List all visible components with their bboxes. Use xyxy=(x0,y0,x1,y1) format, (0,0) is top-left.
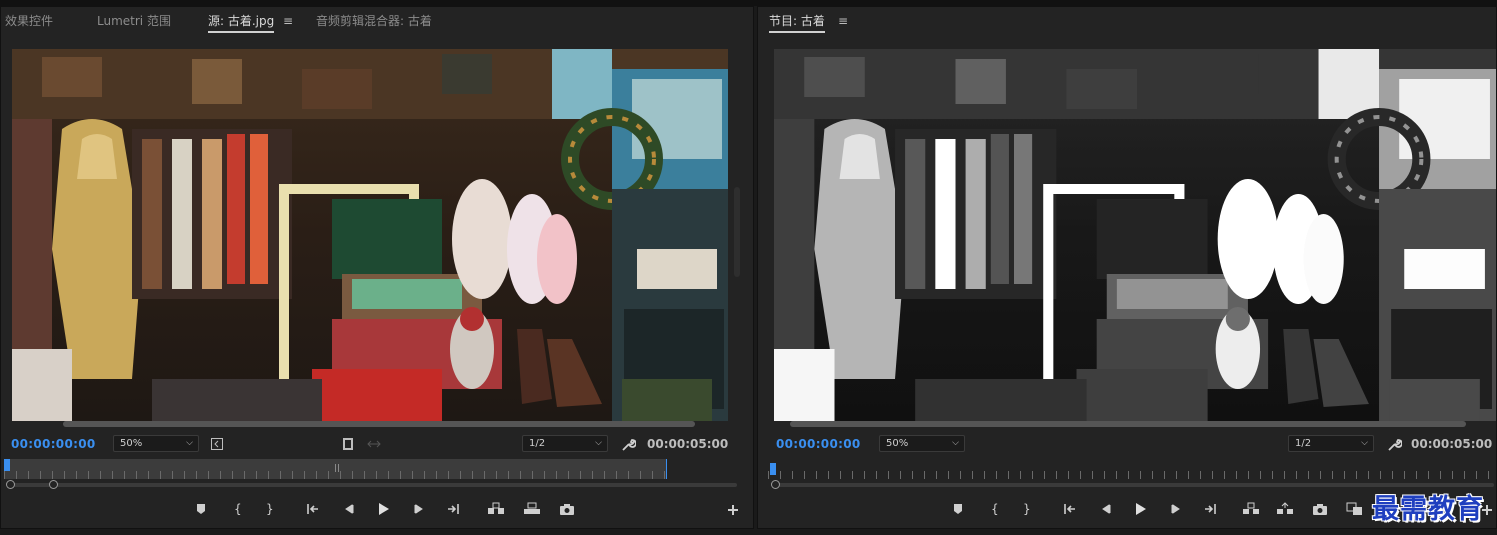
mark-out-icon[interactable]: } xyxy=(261,501,277,517)
chevron-down-icon: ⌵ xyxy=(1361,438,1368,448)
svg-text:{: { xyxy=(991,502,999,516)
step-forward-icon[interactable] xyxy=(1168,501,1184,517)
source-zoom-scrollbar[interactable] xyxy=(9,483,737,487)
tab-lumetri-scopes[interactable]: Lumetri 范围 xyxy=(97,13,171,31)
program-zoom-value: 50% xyxy=(886,438,909,449)
tab-source[interactable]: 源: 古着.jpg xyxy=(208,13,275,33)
source-timecode[interactable]: 00:00:00:00 xyxy=(11,437,96,451)
step-back-icon[interactable] xyxy=(341,501,357,517)
play-icon[interactable] xyxy=(375,501,391,517)
go-to-out-icon[interactable] xyxy=(1202,501,1218,517)
source-out-marker xyxy=(666,459,667,479)
source-scroll-thumb[interactable] xyxy=(63,421,695,427)
program-monitor-panel: 节目: 古着 ≡ 00:00:00:00 50% ⌵ 1/2 ⌵ 00:00:0… xyxy=(757,6,1497,529)
program-horizontal-scrollbar[interactable] xyxy=(790,421,1466,427)
watermark-logo: 最需教育 xyxy=(1372,494,1484,525)
insert-icon[interactable] xyxy=(487,501,504,517)
wrench-settings-icon[interactable] xyxy=(621,437,636,452)
wrench-settings-icon[interactable] xyxy=(1387,437,1402,452)
program-video-frame[interactable] xyxy=(774,49,1496,421)
program-zoom-left-handle[interactable] xyxy=(771,480,780,489)
film-strip-icon[interactable] xyxy=(341,437,355,451)
lift-icon[interactable] xyxy=(1242,501,1259,517)
tab-program[interactable]: 节目: 古着 xyxy=(769,13,825,33)
program-scroll-thumb[interactable] xyxy=(790,421,1466,427)
go-to-in-icon[interactable] xyxy=(1062,501,1078,517)
source-timeline-ruler[interactable] xyxy=(4,459,667,479)
program-panel-tabs: 节目: 古着 ≡ xyxy=(758,7,1496,35)
program-zoom-select[interactable]: 50% ⌵ xyxy=(879,435,965,452)
source-video-frame[interactable] xyxy=(12,49,728,421)
chevron-down-icon: ⌵ xyxy=(186,438,193,448)
add-marker-icon[interactable] xyxy=(950,501,966,517)
source-zoom-select[interactable]: 50% ⌵ xyxy=(113,435,199,452)
shop-photo-grayscale-image xyxy=(774,49,1496,421)
go-to-in-icon[interactable] xyxy=(305,501,321,517)
program-tab-menu-icon[interactable]: ≡ xyxy=(838,14,848,28)
premiere-window: 效果控件 Lumetri 范围 源: 古着.jpg ≡ 音频剪辑混合器: 古着 xyxy=(0,0,1497,535)
source-panel-tabs: 效果控件 Lumetri 范围 源: 古着.jpg ≡ 音频剪辑混合器: 古着 xyxy=(1,7,753,35)
step-back-icon[interactable] xyxy=(1098,501,1114,517)
fit-frame-icon[interactable] xyxy=(210,437,224,451)
chevron-down-icon: ⌵ xyxy=(952,438,959,448)
source-range-center-grip[interactable] xyxy=(335,464,339,472)
source-zoom-right-handle[interactable] xyxy=(49,480,58,489)
mark-in-icon[interactable]: { xyxy=(229,501,245,517)
source-transport-controls: { } xyxy=(191,501,751,517)
source-resolution-select[interactable]: 1/2 ⌵ xyxy=(522,435,608,452)
source-playhead[interactable] xyxy=(4,459,10,471)
program-resolution-select[interactable]: 1/2 ⌵ xyxy=(1288,435,1374,452)
source-ruler-ticks xyxy=(4,471,667,479)
comparison-view-icon[interactable] xyxy=(1346,501,1362,517)
source-monitor-panel: 效果控件 Lumetri 范围 源: 古着.jpg ≡ 音频剪辑混合器: 古着 xyxy=(0,6,754,529)
source-duration: 00:00:05:00 xyxy=(647,437,729,451)
extract-icon[interactable] xyxy=(1276,501,1293,517)
mark-in-icon[interactable]: { xyxy=(986,501,1002,517)
button-editor-plus-icon[interactable] xyxy=(726,503,742,519)
program-resolution-value: 1/2 xyxy=(1295,438,1312,449)
add-marker-icon[interactable] xyxy=(193,501,209,517)
tab-audio-clip-mixer[interactable]: 音频剪辑混合器: 古着 xyxy=(316,13,432,31)
mark-out-icon[interactable]: } xyxy=(1018,501,1034,517)
shop-photo-image xyxy=(12,49,728,421)
export-frame-camera-icon[interactable] xyxy=(559,501,575,517)
source-tab-menu-icon[interactable]: ≡ xyxy=(283,14,293,28)
program-duration: 00:00:05:00 xyxy=(1411,437,1493,451)
program-ruler-ticks xyxy=(768,471,1494,479)
source-horizontal-scrollbar[interactable] xyxy=(63,421,695,427)
source-vertical-scrollbar[interactable] xyxy=(734,187,740,277)
play-icon[interactable] xyxy=(1132,501,1148,517)
program-timeline-ruler[interactable] xyxy=(768,463,1494,479)
source-resolution-value: 1/2 xyxy=(529,438,546,449)
export-frame-camera-icon[interactable] xyxy=(1312,501,1328,517)
step-forward-icon[interactable] xyxy=(411,501,427,517)
svg-text:}: } xyxy=(266,502,274,516)
svg-text:}: } xyxy=(1023,502,1031,516)
source-zoom-value: 50% xyxy=(120,438,143,449)
overwrite-icon[interactable] xyxy=(523,501,540,517)
program-playhead[interactable] xyxy=(770,463,776,475)
go-to-out-icon[interactable] xyxy=(445,501,461,517)
program-timecode[interactable]: 00:00:00:00 xyxy=(776,437,861,451)
drag-audio-icon[interactable] xyxy=(366,437,382,451)
source-zoom-left-handle[interactable] xyxy=(6,480,15,489)
svg-text:{: { xyxy=(234,502,242,516)
chevron-down-icon: ⌵ xyxy=(595,438,602,448)
tab-effect-controls[interactable]: 效果控件 xyxy=(5,13,53,31)
